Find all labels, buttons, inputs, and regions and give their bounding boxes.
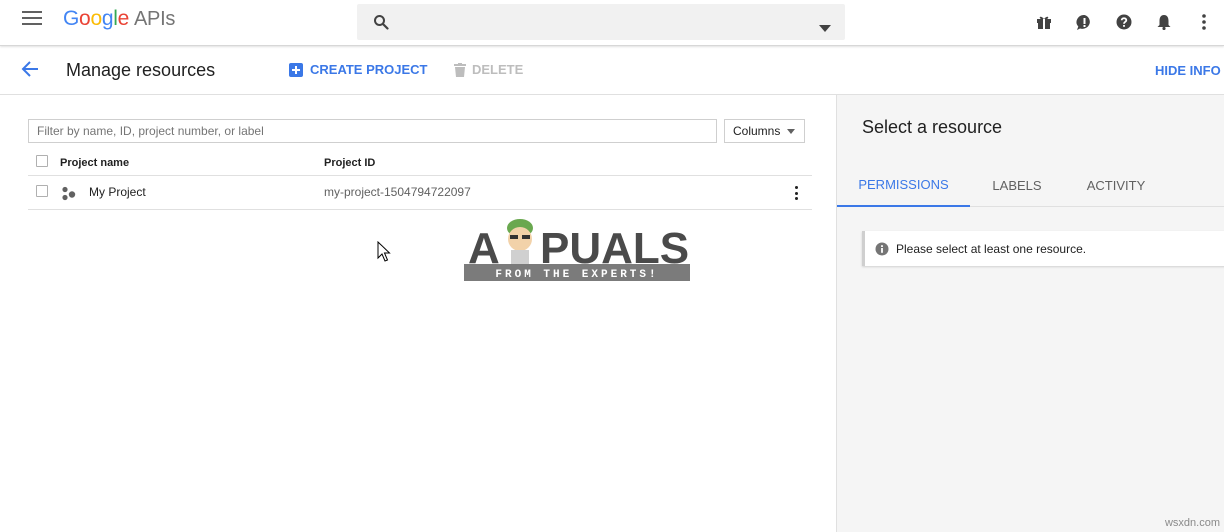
info-panel-title: Select a resource [862, 117, 1003, 137]
search-icon [373, 14, 389, 35]
tab-labels[interactable]: LABELS [970, 163, 1064, 207]
info-notice-text: Please select at least one resource. [896, 241, 1087, 256]
logo-letter: o [90, 7, 102, 30]
logo-letter: G [63, 7, 80, 30]
create-project-button[interactable]: CREATE PROJECT [289, 62, 428, 77]
google-wordmark: Google [63, 7, 129, 31]
logo-suffix: APIs [133, 8, 176, 30]
top-app-bar: Google APIs [0, 0, 1224, 46]
select-all-checkbox[interactable] [36, 155, 48, 167]
row-more-vert-icon[interactable] [792, 185, 800, 201]
resource-table: Project name Project ID My Project my-pr… [28, 152, 812, 210]
notifications-icon[interactable] [1144, 0, 1184, 44]
hamburger-menu-icon[interactable] [22, 10, 50, 34]
project-name-cell[interactable]: My Project [89, 185, 146, 199]
project-icon [61, 186, 77, 202]
help-icon[interactable] [1104, 0, 1144, 44]
mouse-cursor-icon [377, 241, 391, 262]
page: Google APIs Manage resources CREATE PROJ… [0, 0, 1224, 532]
top-actions [1024, 0, 1224, 44]
caret-down-icon [787, 129, 795, 134]
table-header: Project name Project ID [28, 152, 812, 176]
info-panel: Select a resource PERMISSIONS LABELS ACT… [836, 95, 1224, 532]
delete-button[interactable]: DELETE [454, 62, 523, 77]
tab-activity[interactable]: ACTIVITY [1064, 163, 1168, 207]
info-notice: Please select at least one resource. [862, 231, 1224, 266]
trash-icon [454, 62, 466, 77]
delete-label: DELETE [472, 62, 524, 77]
gift-icon[interactable] [1024, 0, 1064, 44]
feedback-icon[interactable] [1064, 0, 1104, 44]
add-box-icon [289, 62, 303, 77]
search-bar[interactable] [357, 4, 845, 40]
project-id-cell: my-project-1504794722097 [324, 185, 471, 199]
table-row[interactable]: My Project my-project-1504794722097 [28, 176, 812, 210]
logo-letter: o [79, 7, 91, 30]
hide-info-panel-button[interactable]: HIDE INFO P [1155, 63, 1224, 78]
column-header-project-id[interactable]: Project ID [324, 157, 375, 169]
row-checkbox[interactable] [36, 185, 48, 197]
logo-letter: g [101, 7, 114, 30]
tab-permissions[interactable]: PERMISSIONS [837, 163, 970, 207]
column-header-project-name[interactable]: Project name [60, 157, 129, 169]
filter-input[interactable] [28, 119, 717, 143]
mascot-image [507, 219, 533, 264]
google-apis-logo[interactable]: Google APIs [63, 7, 175, 35]
columns-dropdown[interactable]: Columns [724, 119, 805, 143]
watermark-tagline: FROM THE EXPERTS! [495, 269, 658, 281]
logo-letter: e [117, 7, 130, 30]
page-header: Manage resources CREATE PROJECT DELETE H… [0, 47, 1224, 95]
columns-label: Columns [733, 124, 781, 138]
arrow-back-icon[interactable] [20, 59, 44, 83]
page-title: Manage resources [66, 60, 216, 80]
more-vert-icon[interactable] [1184, 0, 1224, 44]
info-icon [875, 242, 889, 255]
caret-down-icon[interactable] [819, 19, 831, 37]
appuals-watermark: A PUALS FROM THE EXPERTS! [464, 219, 690, 281]
create-project-label: CREATE PROJECT [310, 62, 428, 77]
info-panel-tabs: PERMISSIONS LABELS ACTIVITY [837, 163, 1224, 207]
footer-watermark: wsxdn.com [1164, 517, 1220, 529]
